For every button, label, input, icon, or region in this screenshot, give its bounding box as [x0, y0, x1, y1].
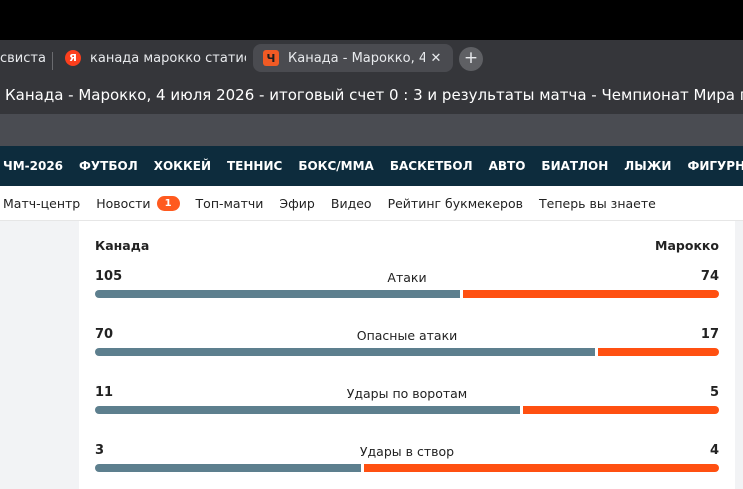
- page-title: Канада - Марокко, 4 июля 2026 - итоговый…: [0, 76, 743, 114]
- stat-name: Удары по воротам: [346, 386, 468, 401]
- away-value: 17: [700, 327, 719, 342]
- away-bar-fill: [463, 290, 719, 298]
- close-icon[interactable]: ✕: [427, 51, 445, 66]
- tab-strip: свистал Я канада марокко статисти Ч Кана…: [0, 40, 743, 76]
- nav-item-figure-skating[interactable]: ФИГУРНОЕ КАТАНИЕ: [687, 159, 743, 173]
- tab-separator: [52, 52, 53, 70]
- tab-live[interactable]: Эфир: [279, 196, 314, 211]
- nav-item-hockey[interactable]: ХОККЕЙ: [154, 159, 211, 173]
- stat-bar: [95, 290, 719, 298]
- championat-favicon-icon: Ч: [263, 50, 279, 66]
- tab-title: Канада - Марокко, 4 ию: [288, 50, 425, 66]
- stat-name: Удары в створ: [359, 444, 455, 459]
- nav-item-wc2026[interactable]: ЧМ-2026: [3, 159, 63, 173]
- home-team-name: Канада: [95, 238, 150, 253]
- nav-item-biathlon[interactable]: БИАТЛОН: [541, 159, 608, 173]
- tab-match-center[interactable]: Матч-центр: [3, 196, 80, 211]
- new-tab-button[interactable]: +: [459, 47, 483, 71]
- tab-bookmakers[interactable]: Рейтинг букмекеров: [388, 196, 523, 211]
- ad-band: [0, 114, 743, 146]
- browser-tab-1[interactable]: свистал: [0, 44, 46, 72]
- stat-name: Атаки: [387, 270, 427, 285]
- news-count-badge: 1: [156, 195, 180, 211]
- match-sub-nav: Матч-центр Новости 1 Топ-матчи Эфир Виде…: [0, 186, 743, 221]
- home-bar-fill: [95, 406, 520, 414]
- yandex-favicon-icon: Я: [65, 50, 81, 66]
- away-bar-fill: [598, 348, 719, 356]
- stats-header: Канада Марокко: [95, 238, 719, 256]
- away-team-name: Марокко: [655, 238, 719, 253]
- nav-item-tennis[interactable]: ТЕННИС: [227, 159, 282, 173]
- tab-video[interactable]: Видео: [331, 196, 372, 211]
- away-bar-fill: [364, 464, 719, 472]
- nav-item-auto[interactable]: АВТО: [489, 159, 526, 173]
- home-bar-fill: [95, 290, 460, 298]
- stat-row: 11 Удары по воротам 5: [95, 385, 719, 425]
- away-value: 74: [700, 269, 719, 284]
- tab-news[interactable]: Новости 1: [96, 195, 180, 211]
- stat-row: 70 Опасные атаки 17: [95, 327, 719, 367]
- home-bar-fill: [95, 464, 361, 472]
- tab-title: свистал: [0, 50, 46, 66]
- nav-item-boxing[interactable]: БОКС/ММА: [298, 159, 374, 173]
- stat-bar: [95, 348, 719, 356]
- away-value: 5: [709, 385, 719, 400]
- tab-top-matches[interactable]: Топ-матчи: [196, 196, 264, 211]
- stat-row: 105 Атаки 74: [95, 269, 719, 309]
- browser-tab-2[interactable]: Я канада марокко статисти: [56, 44, 246, 72]
- stat-row: 3 Удары в створ 4: [95, 443, 719, 483]
- tab-title: канада марокко статисти: [90, 50, 246, 66]
- stat-bar: [95, 406, 719, 414]
- stat-bar: [95, 464, 719, 472]
- tab-did-you-know[interactable]: Теперь вы знаете: [539, 196, 656, 211]
- away-bar-fill: [523, 406, 719, 414]
- nav-item-basketball[interactable]: БАСКЕТБОЛ: [390, 159, 473, 173]
- nav-item-ski[interactable]: ЛЫЖИ: [624, 159, 671, 173]
- tab-news-label: Новости: [96, 195, 151, 211]
- browser-tab-active[interactable]: Ч Канада - Марокко, 4 ию ✕: [253, 44, 453, 72]
- stat-name: Опасные атаки: [356, 328, 458, 343]
- home-bar-fill: [95, 348, 595, 356]
- nav-item-football[interactable]: ФУТБОЛ: [79, 159, 138, 173]
- sport-nav: ЧМ-2026 ФУТБОЛ ХОККЕЙ ТЕННИС БОКС/ММА БА…: [0, 146, 743, 186]
- away-value: 4: [709, 443, 719, 458]
- window-top-bar: [0, 0, 743, 40]
